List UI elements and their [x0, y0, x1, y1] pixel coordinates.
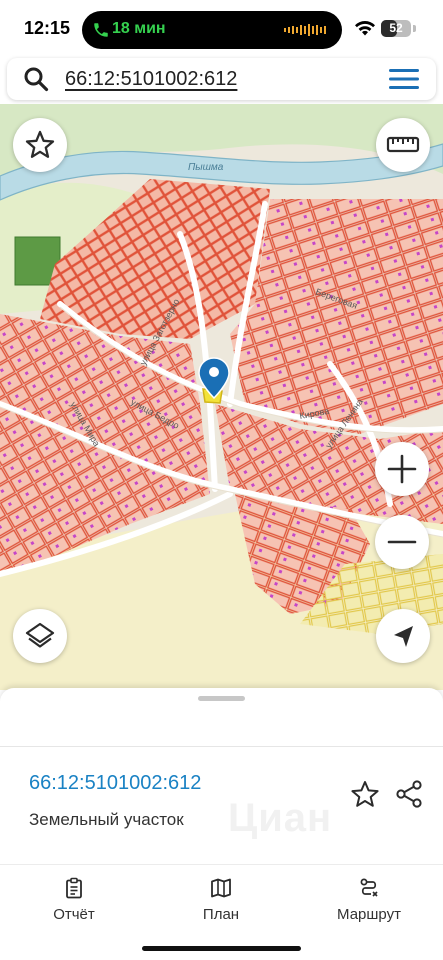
search-bar[interactable]	[7, 58, 436, 100]
clipboard-icon	[66, 877, 82, 899]
minus-icon	[387, 540, 417, 544]
ruler-button[interactable]	[376, 118, 430, 172]
star-icon[interactable]	[350, 779, 380, 809]
search-icon[interactable]	[23, 66, 49, 92]
tab-report[interactable]: Отчёт	[14, 875, 134, 927]
route-icon	[360, 878, 378, 897]
dynamic-island-call[interactable]: 18 мин	[82, 11, 342, 49]
zoom-out-button[interactable]	[375, 515, 429, 569]
zoom-in-button[interactable]	[375, 442, 429, 496]
battery-nub	[413, 25, 416, 32]
map-canvas[interactable]: Пышма улица Заготзерно улица Бедро улица…	[0, 104, 443, 690]
navigation-arrow-icon	[394, 626, 413, 647]
cadastral-search-input[interactable]	[65, 66, 365, 92]
audio-waveform-icon	[284, 24, 326, 36]
hamburger-menu-icon[interactable]	[388, 68, 420, 90]
tab-route-label: Маршрут	[337, 906, 401, 923]
parcel-type-label: Земельный участок	[29, 810, 184, 829]
parcel-bottom-sheet[interactable]: Циан 66:12:5101002:612 Земельный участок	[0, 688, 443, 864]
tab-plan[interactable]: План	[161, 875, 281, 927]
status-time: 12:15	[24, 18, 71, 38]
tab-route[interactable]: Маршрут	[309, 875, 429, 927]
favorite-map-button[interactable]	[13, 118, 67, 172]
share-icon[interactable]	[394, 779, 424, 809]
sheet-divider	[0, 746, 443, 747]
star-icon	[25, 130, 55, 158]
parcel-cadastral-number[interactable]: 66:12:5101002:612	[29, 772, 201, 795]
layers-button[interactable]	[13, 609, 67, 663]
call-duration: 18 мин	[112, 20, 166, 37]
battery-indicator: 52	[381, 20, 411, 37]
plus-icon	[387, 454, 417, 484]
wifi-icon	[355, 20, 375, 36]
layers-icon	[25, 622, 55, 648]
phone-icon	[94, 23, 108, 37]
map-book-icon	[211, 878, 231, 898]
my-location-button[interactable]	[376, 609, 430, 663]
tab-report-label: Отчёт	[53, 906, 95, 923]
status-bar: 12:15 18 мин 52	[0, 0, 443, 60]
ruler-icon	[386, 136, 420, 153]
battery-level-text: 52	[389, 21, 403, 35]
river-label: Пышма	[188, 162, 224, 173]
home-indicator[interactable]	[142, 946, 301, 951]
cadastral-map[interactable]: Пышма улица Заготзерно улица Бедро улица…	[0, 104, 443, 690]
sheet-drag-handle[interactable]	[198, 696, 245, 701]
tab-plan-label: План	[202, 906, 240, 923]
cian-watermark: Циан	[228, 796, 333, 840]
